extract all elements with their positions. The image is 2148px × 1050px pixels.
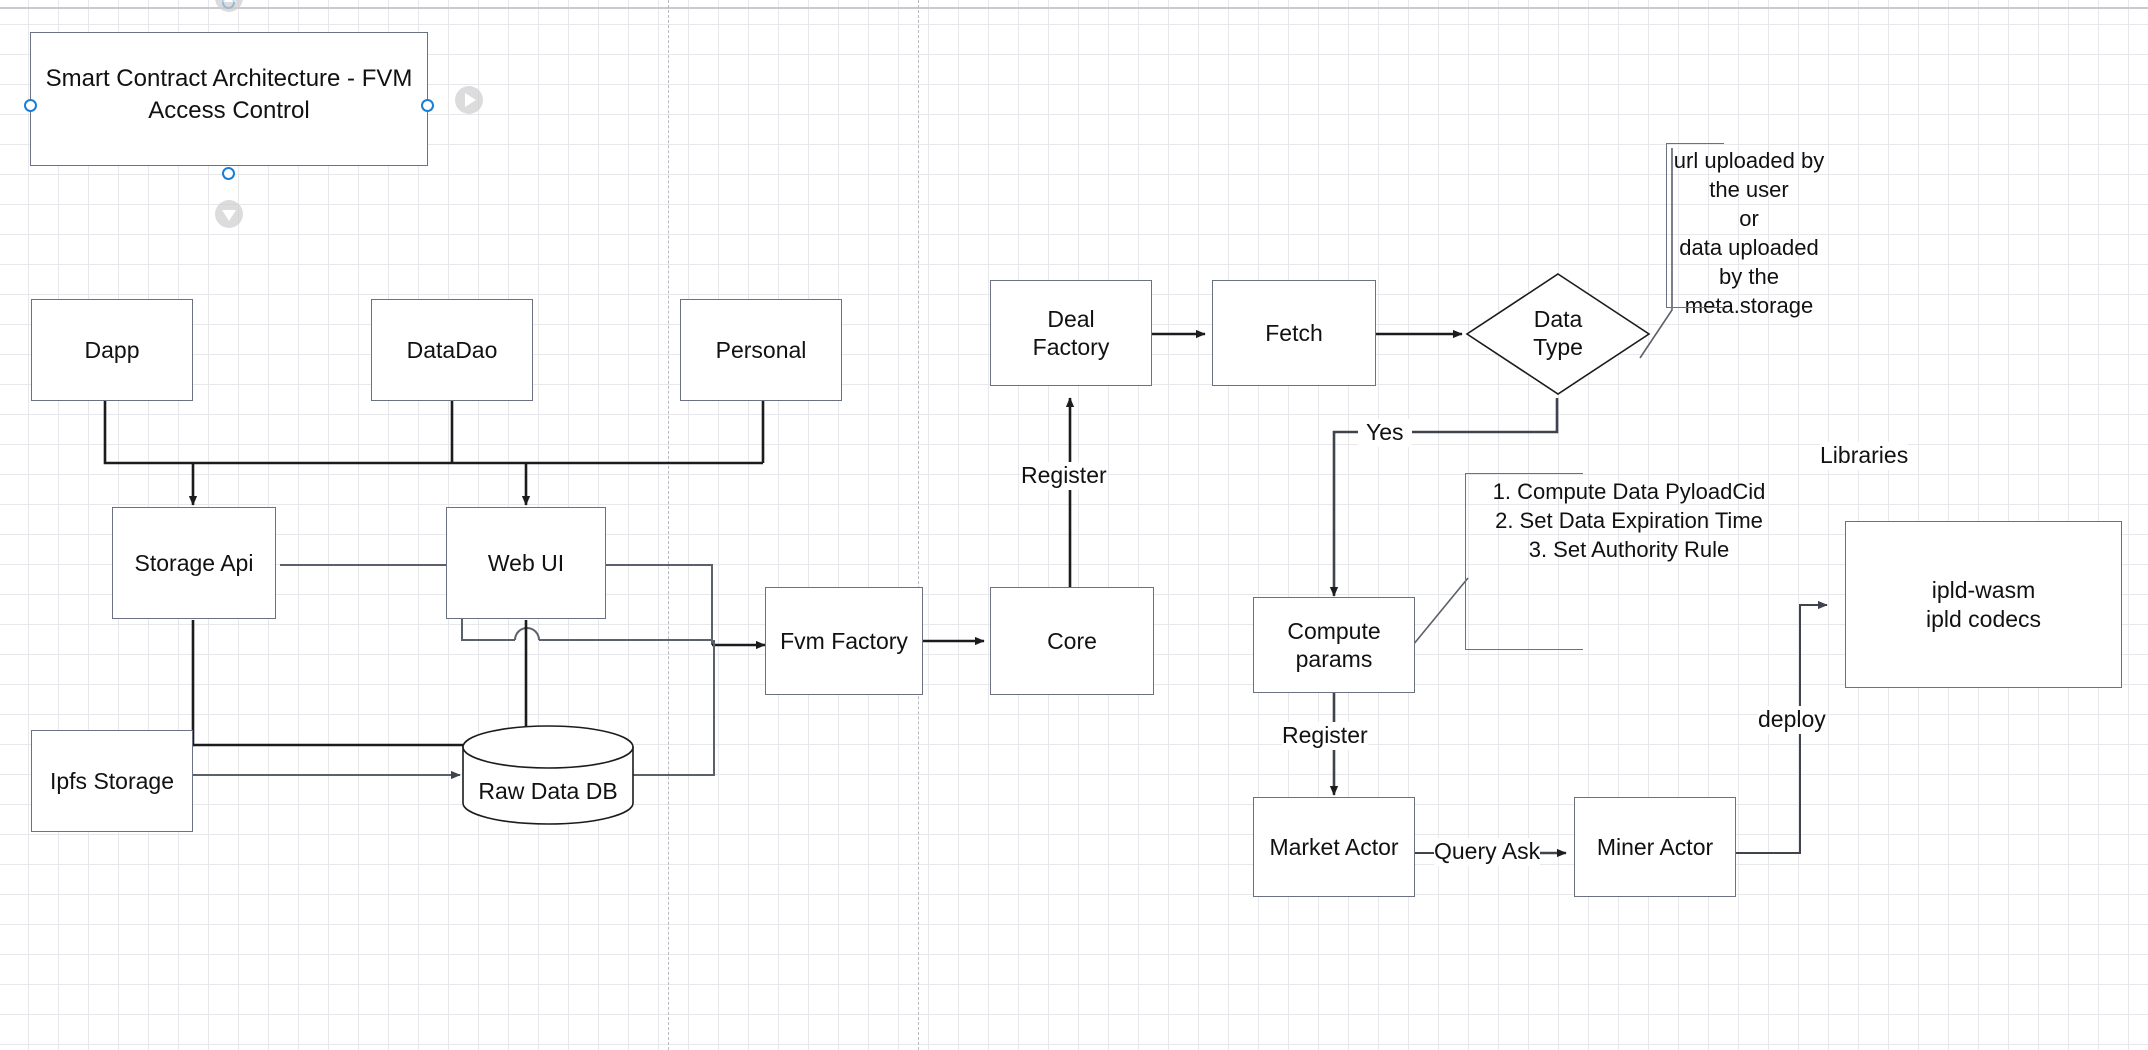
diagram-canvas[interactable]: Smart Contract Architecture - FVM Access… [0,0,2148,1050]
connect-arrow-right-icon[interactable] [455,86,483,114]
node-raw-data-db-label: Raw Data DB [478,778,618,804]
node-personal[interactable]: Personal [680,299,842,401]
note-bracket-bottom [1465,649,1583,650]
node-market-actor[interactable]: Market Actor [1253,797,1415,897]
selection-handle-left[interactable] [24,99,37,112]
connect-arrow-up-icon[interactable] [215,0,243,12]
note-bracket-left [1465,473,1466,650]
note-bracket-top [1666,143,1724,144]
note-data-type-text: url uploaded by the user or data uploade… [1673,148,1825,319]
node-fvm-factory[interactable]: Fvm Factory [765,587,923,695]
node-fetch[interactable]: Fetch [1212,280,1376,386]
page-boundary-top [0,7,2148,9]
selection-handle-bottom[interactable] [222,167,235,180]
note-compute-params[interactable]: 1. Compute Data PyloadCid 2. Set Data Ex… [1465,473,1765,650]
edge-label-register-deal-factory: Register [1021,462,1107,490]
note-data-type[interactable]: url uploaded by the user or data uploade… [1666,143,1832,318]
edge-label-query-ask: Query Ask [1434,838,1541,866]
node-miner-actor[interactable]: Miner Actor [1574,797,1736,897]
edge-label-register-market-actor: Register [1282,722,1368,750]
node-compute-params[interactable]: Compute params [1253,597,1415,693]
note-compute-params-text: 1. Compute Data PyloadCid 2. Set Data Ex… [1492,479,1766,563]
group-label-libraries: Libraries [1820,442,1909,470]
page-boundary-vertical-1 [668,0,669,1050]
edge-label-deploy: deploy [1758,706,1826,734]
note-bracket-bottom [1666,307,1724,308]
node-dapp[interactable]: Dapp [31,299,193,401]
node-datadao[interactable]: DataDao [371,299,533,401]
edge-label-yes: Yes [1358,419,1412,447]
node-data-type[interactable]: Data Type [1465,272,1651,396]
connect-arrow-down-icon[interactable] [215,200,243,228]
note-bracket-top [1465,473,1583,474]
selection-handle-right[interactable] [421,99,434,112]
node-core[interactable]: Core [990,587,1154,695]
node-ipld-wasm[interactable]: ipld-wasm ipld codecs [1845,521,2122,688]
node-ipfs-storage[interactable]: Ipfs Storage [31,730,193,832]
node-deal-factory[interactable]: Deal Factory [990,280,1152,386]
title-shape[interactable]: Smart Contract Architecture - FVM Access… [30,32,428,166]
note-bracket-left [1666,143,1667,308]
node-raw-data-db[interactable]: Raw Data DB [462,725,634,825]
node-web-ui[interactable]: Web UI [446,507,606,619]
page-boundary-vertical-2 [918,0,919,1050]
node-data-type-label: Data Type [1533,306,1583,360]
node-storage-api[interactable]: Storage Api [112,507,276,619]
